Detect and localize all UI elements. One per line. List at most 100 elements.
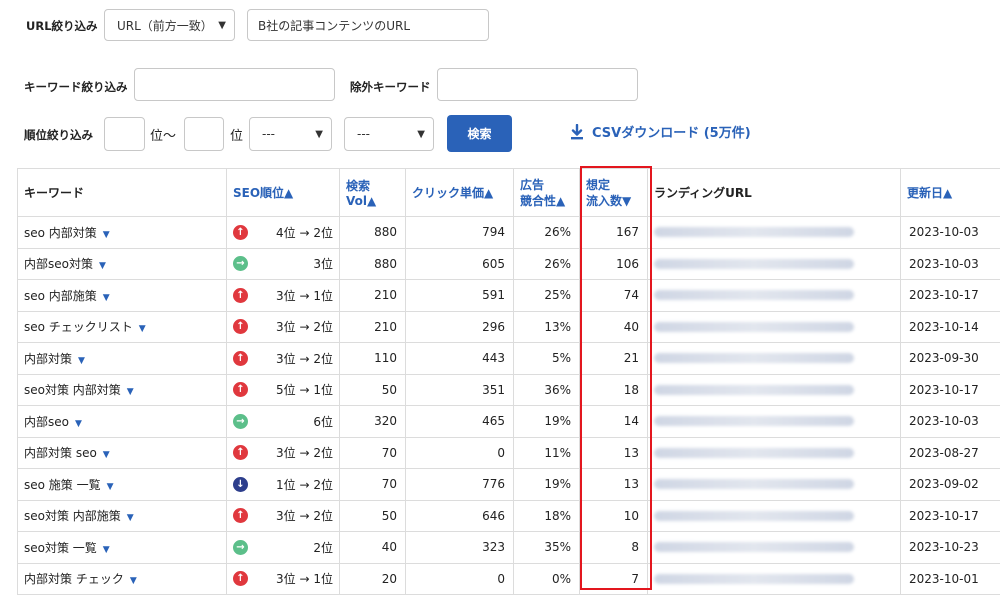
dropdown-caret-icon[interactable]: ▼ — [130, 576, 137, 586]
landing-url-cell[interactable] — [647, 436, 901, 469]
trend-up-icon: ↑ — [233, 445, 248, 461]
keyword-cell[interactable]: seo対策 内部対策 ▼ — [17, 373, 227, 406]
traffic-cell: 21 — [579, 342, 648, 375]
rank-to-input[interactable] — [184, 117, 224, 151]
trend-down-icon: ↓ — [233, 476, 248, 492]
rank-text: 3位 → 2位 — [276, 509, 333, 524]
rank-condition-select[interactable]: --- ▼ — [249, 117, 332, 151]
rank-from-input[interactable] — [104, 117, 145, 151]
dropdown-caret-icon[interactable]: ▼ — [75, 419, 82, 429]
updated-date-cell: 2023-10-01 — [900, 562, 1000, 595]
trend-side-icon: → — [233, 413, 248, 429]
updated-date-cell: 2023-10-17 — [900, 373, 1000, 406]
keyword-cell[interactable]: 内部seo ▼ — [17, 405, 227, 438]
keyword-cell[interactable]: 内部対策 チェック ▼ — [17, 562, 227, 595]
chevron-down-icon: ▼ — [315, 128, 323, 140]
table-row: seo 内部対策 ▼ ↑ 4位 → 2位 880 794 26% 167 2023-10-03 — [17, 216, 1000, 249]
ad-competition-cell: 25% — [513, 279, 580, 312]
dropdown-caret-icon[interactable]: ▼ — [127, 387, 134, 397]
updated-date-cell: 2023-10-14 — [900, 310, 1000, 343]
landing-url-cell[interactable] — [647, 342, 901, 375]
header-updated[interactable]: 更新日▲ — [900, 168, 1000, 217]
dropdown-caret-icon[interactable]: ▼ — [103, 293, 110, 303]
keyword-cell[interactable]: 内部seo対策 ▼ — [17, 247, 227, 280]
seo-rank-cell: ↑ 3位 → 2位 — [226, 310, 340, 343]
landing-url-cell[interactable] — [647, 373, 901, 406]
keyword-cell[interactable]: 内部対策 seo ▼ — [17, 436, 227, 469]
dropdown-caret-icon[interactable]: ▼ — [139, 324, 146, 334]
header-cpc[interactable]: クリック単価▲ — [405, 168, 514, 217]
dropdown-caret-icon[interactable]: ▼ — [99, 261, 106, 271]
blurred-url — [654, 384, 854, 395]
header-volume[interactable]: 検索Vol▲ — [339, 168, 406, 217]
traffic-cell: 18 — [579, 373, 648, 406]
keyword-cell[interactable]: seo対策 内部施策 ▼ — [17, 499, 227, 532]
updated-date-cell: 2023-10-17 — [900, 279, 1000, 312]
rank-filter-label: 順位絞り込み — [24, 128, 93, 142]
table-row: seo 施策 一覧 ▼ ↓ 1位 → 2位 70 776 19% 13 2023-09-02 — [17, 468, 1000, 501]
landing-url-cell[interactable] — [647, 279, 901, 312]
url-mode-select[interactable]: URL（前方一致） ▼ — [104, 9, 235, 41]
cpc-cell: 443 — [405, 342, 514, 375]
header-traffic-line2: 流入数▼ — [586, 193, 632, 208]
header-seo-rank[interactable]: SEO順位▲ — [226, 168, 340, 217]
ad-competition-cell: 13% — [513, 310, 580, 343]
rank-text: 3位 → 1位 — [276, 288, 333, 303]
dropdown-caret-icon[interactable]: ▼ — [127, 513, 134, 523]
dropdown-caret-icon[interactable]: ▼ — [103, 230, 110, 240]
traffic-cell: 167 — [579, 216, 648, 249]
url-input[interactable]: B社の記事コンテンツのURL — [247, 9, 489, 41]
exclude-keyword-input[interactable] — [437, 68, 638, 101]
volume-cell: 880 — [339, 216, 406, 249]
dropdown-caret-icon[interactable]: ▼ — [107, 482, 114, 492]
keyword-cell[interactable]: seo 内部施策 ▼ — [17, 279, 227, 312]
header-ad-competition[interactable]: 広告 競合性▲ — [513, 168, 580, 217]
landing-url-cell[interactable] — [647, 216, 901, 249]
landing-url-cell[interactable] — [647, 405, 901, 438]
keyword-cell[interactable]: seo対策 一覧 ▼ — [17, 531, 227, 564]
keyword-text: seo対策 内部対策 — [24, 383, 121, 398]
cpc-cell: 605 — [405, 247, 514, 280]
volume-cell: 880 — [339, 247, 406, 280]
blurred-url — [654, 353, 854, 364]
keyword-text: 内部seo対策 — [24, 257, 93, 272]
traffic-cell: 74 — [579, 279, 648, 312]
table-row: 内部対策 ▼ ↑ 3位 → 2位 110 443 5% 21 2023-09-30 — [17, 342, 1000, 375]
seo-rank-cell: ↑ 3位 → 2位 — [226, 436, 340, 469]
table-row: seo チェックリスト ▼ ↑ 3位 → 2位 210 296 13% 40 2023-10-1… — [17, 310, 1000, 343]
cpc-cell: 646 — [405, 499, 514, 532]
keyword-cell[interactable]: seo 内部対策 ▼ — [17, 216, 227, 249]
keyword-cell[interactable]: seo 施策 一覧 ▼ — [17, 468, 227, 501]
traffic-cell: 106 — [579, 247, 648, 280]
rank-text: 2位 — [313, 540, 333, 555]
rank-text: 3位 → 2位 — [276, 320, 333, 335]
landing-url-cell[interactable] — [647, 499, 901, 532]
keyword-text: seo対策 内部施策 — [24, 509, 121, 524]
csv-download-link[interactable]: CSVダウンロード (5万件) — [570, 122, 751, 141]
search-button[interactable]: 検索 — [447, 115, 512, 152]
keyword-cell[interactable]: 内部対策 ▼ — [17, 342, 227, 375]
keyword-input[interactable] — [134, 68, 335, 101]
trend-up-icon: ↑ — [233, 508, 248, 524]
dropdown-caret-icon[interactable]: ▼ — [103, 450, 110, 460]
landing-url-cell[interactable] — [647, 468, 901, 501]
seo-rank-cell: → 3位 — [226, 247, 340, 280]
blurred-url — [654, 510, 854, 521]
keyword-cell[interactable]: seo チェックリスト ▼ — [17, 310, 227, 343]
blurred-url — [654, 321, 854, 332]
table-row: seo対策 一覧 ▼ → 2位 40 323 35% 8 2023-10-23 — [17, 531, 1000, 564]
header-keyword: キーワード — [17, 168, 227, 217]
landing-url-cell[interactable] — [647, 247, 901, 280]
csv-download-label: CSVダウンロード (5万件) — [592, 126, 751, 141]
trend-up-icon: ↑ — [233, 571, 248, 587]
extra-condition-select[interactable]: --- ▼ — [344, 117, 434, 151]
landing-url-cell[interactable] — [647, 562, 901, 595]
dropdown-caret-icon[interactable]: ▼ — [103, 545, 110, 555]
updated-date-cell: 2023-08-27 — [900, 436, 1000, 469]
blurred-url — [654, 258, 854, 269]
traffic-cell: 13 — [579, 436, 648, 469]
header-traffic[interactable]: 想定 流入数▼ — [579, 168, 648, 217]
landing-url-cell[interactable] — [647, 310, 901, 343]
dropdown-caret-icon[interactable]: ▼ — [78, 356, 85, 366]
landing-url-cell[interactable] — [647, 531, 901, 564]
